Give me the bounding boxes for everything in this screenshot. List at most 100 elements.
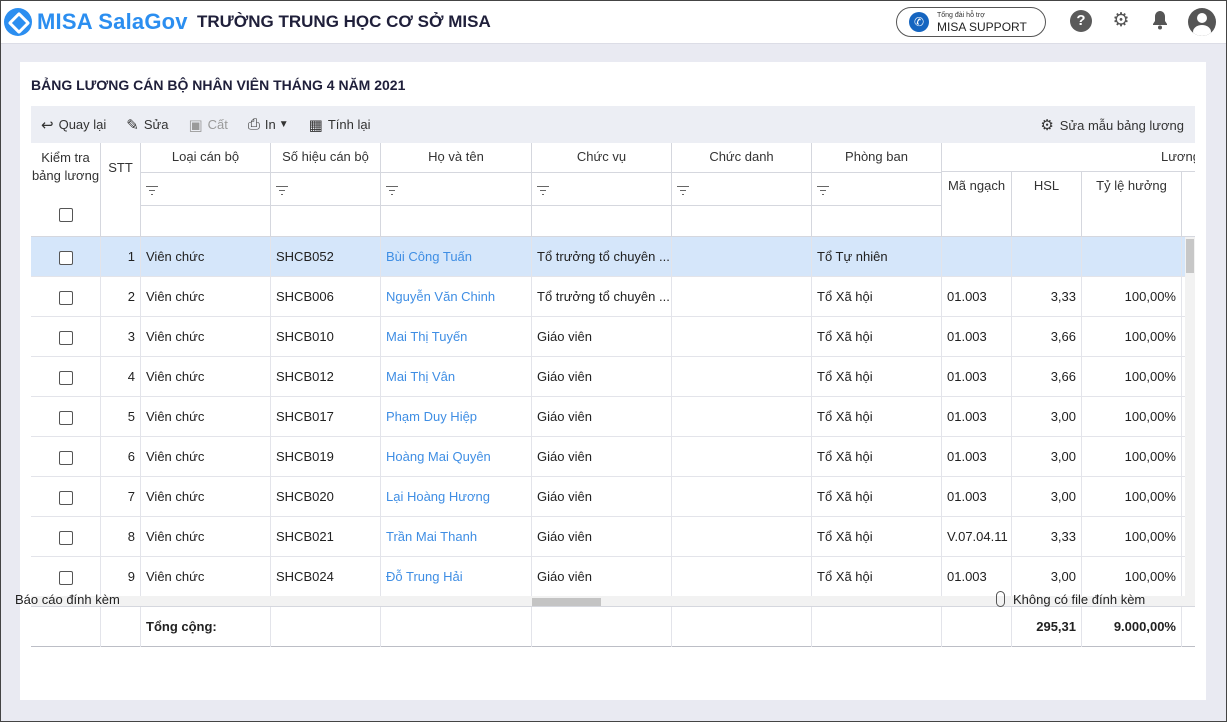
table-row[interactable]: 8 Viên chức SHCB021 Trần Mai Thanh Giáo … (31, 517, 1185, 557)
cell-position: Giáo viên (532, 397, 672, 437)
cell-code: SHCB020 (271, 477, 381, 517)
cell-position: Giáo viên (532, 557, 672, 597)
calculator-icon: ▦ (308, 116, 323, 134)
col-ratio[interactable]: Tỷ lệ hưởng (1082, 172, 1182, 237)
col-type[interactable]: Loại cán bộ (141, 143, 271, 237)
cell-ratio: 100,00% (1082, 437, 1182, 477)
cell-title (672, 557, 812, 597)
table-row[interactable]: 4 Viên chức SHCB012 Mai Thị Vân Giáo viê… (31, 357, 1185, 397)
table-row[interactable]: 2 Viên chức SHCB006 Nguyễn Văn Chinh Tổ … (31, 277, 1185, 317)
help-icon[interactable]: ? (1070, 10, 1092, 32)
col-hsl[interactable]: HSL (1012, 172, 1082, 237)
cell-dept: Tổ Xã hội (812, 477, 942, 517)
cell-code: SHCB010 (271, 317, 381, 357)
row-checkbox[interactable] (58, 410, 73, 425)
cell-title (672, 397, 812, 437)
support-button[interactable]: ✆ Tổng đài hỗ trợ MISA SUPPORT (896, 7, 1046, 37)
table-row[interactable]: 6 Viên chức SHCB019 Hoàng Mai Quyên Giáo… (31, 437, 1185, 477)
cell-hsl: 3,00 (1012, 437, 1082, 477)
row-checkbox[interactable] (58, 330, 73, 345)
chevron-down-icon: ▼ (278, 119, 289, 130)
table-row[interactable]: 3 Viên chức SHCB010 Mai Thị Tuyến Giáo v… (31, 317, 1185, 357)
col-dept[interactable]: Phòng ban (812, 143, 942, 237)
filter-type[interactable] (141, 172, 270, 206)
cell-name-link[interactable]: Bùi Công Tuấn (381, 237, 532, 277)
cell-name-link[interactable]: Phạm Duy Hiệp (381, 397, 532, 437)
col-ratio-label: Tỷ lệ hưởng (1096, 178, 1167, 193)
filter-code[interactable] (271, 172, 380, 206)
col-name[interactable]: Họ và tên (381, 143, 532, 237)
cell-type: Viên chức (141, 437, 271, 477)
cell-type: Viên chức (141, 477, 271, 517)
select-all-checkbox[interactable] (59, 208, 73, 222)
attachment-status[interactable]: Không có file đính kèm (996, 591, 1145, 607)
cell-rank (942, 237, 1012, 277)
print-button[interactable]: ⎙ In ▼ (248, 116, 289, 133)
col-title[interactable]: Chức danh (672, 143, 812, 237)
cell-code: SHCB006 (271, 277, 381, 317)
filter-name[interactable] (381, 172, 531, 206)
printer-icon: ⎙ (247, 116, 260, 133)
avatar-icon[interactable] (1188, 8, 1216, 36)
col-rank-code[interactable]: Mã ngạch (942, 172, 1012, 237)
edit-template-button[interactable]: ⚙ Sửa mẫu bảng lương (1040, 116, 1184, 134)
cell-name-link[interactable]: Hoàng Mai Quyên (381, 437, 532, 477)
cell-type: Viên chức (141, 357, 271, 397)
back-button[interactable]: ↩ Quay lại (41, 116, 106, 134)
table-row[interactable]: 1 Viên chức SHCB052 Bùi Công Tuấn Tổ trư… (31, 237, 1185, 277)
row-checkbox[interactable] (58, 450, 73, 465)
school-name: TRƯỜNG TRUNG HỌC CƠ SỞ MISA (197, 12, 491, 31)
horizontal-scroll-thumb[interactable] (532, 598, 601, 606)
cell-title (672, 477, 812, 517)
filter-icon (386, 186, 398, 195)
cell-name-link[interactable]: Đỗ Trung Hải (381, 557, 532, 597)
cell-rank: 01.003 (942, 277, 1012, 317)
cell-name-link[interactable]: Mai Thị Tuyến (381, 317, 532, 357)
no-attachment-text: Không có file đính kèm (1013, 591, 1146, 607)
col-stt-label: STT (108, 160, 133, 175)
table-row[interactable]: 5 Viên chức SHCB017 Phạm Duy Hiệp Giáo v… (31, 397, 1185, 437)
table-row[interactable]: 7 Viên chức SHCB020 Lại Hoàng Hương Giáo… (31, 477, 1185, 517)
gear-icon[interactable]: ⚙ (1110, 10, 1132, 32)
cell-name-link[interactable]: Lại Hoàng Hương (381, 477, 532, 517)
col-check: Kiểm tra bảng lương (31, 143, 101, 237)
cell-dept: Tổ Xã hội (812, 317, 942, 357)
row-checkbox[interactable] (58, 530, 73, 545)
vertical-scroll-thumb[interactable] (1186, 239, 1194, 273)
col-position[interactable]: Chức vụ (532, 143, 672, 237)
cell-title (672, 357, 812, 397)
cell-name-link[interactable]: Nguyễn Văn Chinh (381, 277, 532, 317)
vertical-scrollbar[interactable] (1185, 237, 1195, 607)
pencil-icon: ✎ (126, 116, 139, 134)
cell-stt: 1 (101, 237, 141, 277)
gear-icon: ⚙ (1040, 117, 1054, 134)
save-icon: ▣ (188, 116, 203, 134)
page-title: BẢNG LƯƠNG CÁN BỘ NHÂN VIÊN THÁNG 4 NĂM … (31, 77, 406, 93)
col-group-salary: Lương (942, 143, 1195, 172)
save-label: Cất (207, 117, 228, 132)
cell-position: Giáo viên (532, 477, 672, 517)
edit-button[interactable]: ✎ Sửa (126, 116, 168, 134)
filter-title[interactable] (672, 172, 811, 206)
cell-name-link[interactable]: Mai Thị Vân (381, 357, 532, 397)
save-button[interactable]: ▣ Cất (188, 116, 227, 134)
row-checkbox[interactable] (58, 370, 73, 385)
cell-title (672, 437, 812, 477)
cell-ratio (1082, 237, 1182, 277)
cell-dept: Tổ Xã hội (812, 397, 942, 437)
row-checkbox[interactable] (58, 290, 73, 305)
cell-name-link[interactable]: Trần Mai Thanh (381, 517, 532, 557)
recalculate-button[interactable]: ▦ Tính lại (309, 116, 371, 134)
filter-icon (537, 186, 549, 195)
table-header: Kiểm tra bảng lương STT Loại cán bộ Số h… (31, 143, 1195, 237)
cell-hsl: 3,00 (1012, 397, 1082, 437)
row-checkbox[interactable] (58, 250, 73, 265)
row-checkbox[interactable] (58, 490, 73, 505)
filter-dept[interactable] (812, 172, 941, 206)
col-code[interactable]: Số hiệu cán bộ (271, 143, 381, 237)
filter-position[interactable] (532, 172, 671, 206)
bell-icon[interactable] (1149, 10, 1171, 32)
col-stt[interactable]: STT (101, 143, 141, 237)
app-logo[interactable]: MISA SalaGov (4, 8, 188, 36)
row-checkbox[interactable] (58, 570, 73, 585)
